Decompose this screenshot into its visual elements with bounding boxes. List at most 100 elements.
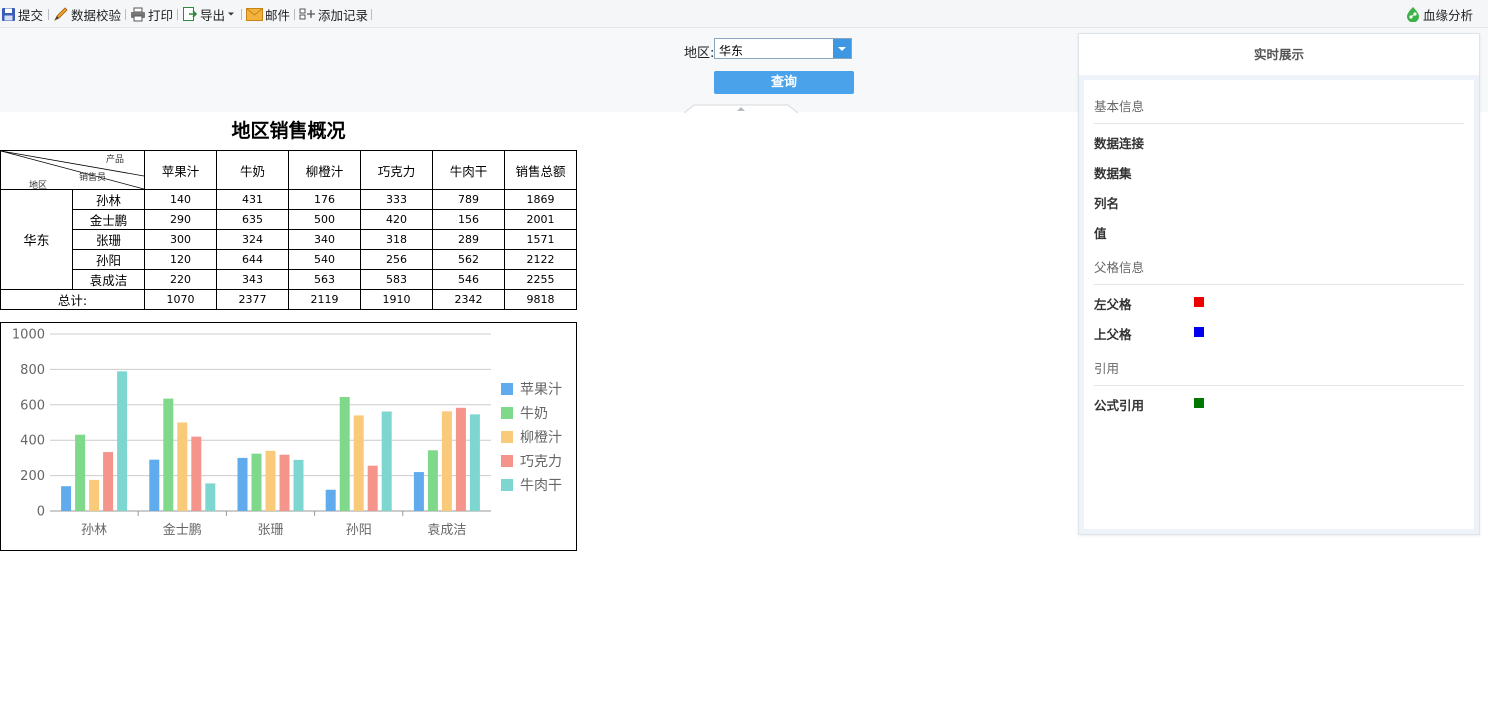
- bar: [205, 483, 216, 511]
- total-cell: 1070: [144, 289, 217, 310]
- bar: [191, 436, 202, 511]
- query-button[interactable]: 查询: [714, 71, 854, 94]
- column-header: 销售总额: [504, 150, 577, 190]
- table-row: 张珊 300 324 340 318 289 1571: [1, 229, 577, 250]
- field-left-parent: 左父格: [1094, 297, 1132, 312]
- value-cell: 563: [288, 269, 361, 290]
- chevron-down-icon: [838, 47, 846, 51]
- print-label: 打印: [148, 7, 174, 23]
- corner-salesperson-label: 销售员: [79, 173, 107, 183]
- value-cell: 635: [216, 209, 289, 230]
- legend-label: 苹果汁: [520, 382, 562, 398]
- table-header-row: 产品 销售员 地区 苹果汁 牛奶 柳橙汁 巧克力 牛肉干 销售总额: [0, 150, 577, 191]
- bar: [61, 486, 72, 511]
- bar: [293, 459, 304, 511]
- field-data-connection: 数据连接: [1094, 136, 1145, 151]
- bar: [469, 414, 480, 511]
- total-cell: 2342: [432, 289, 505, 310]
- total-cell: 2377: [216, 289, 289, 310]
- table-row: 孙阳 120 644 540 256 562 2122: [1, 249, 577, 270]
- x-tick-label: 孙阳: [346, 523, 372, 538]
- bar: [413, 472, 424, 511]
- value-cell: 420: [360, 209, 433, 230]
- field-top-parent: 上父格: [1094, 327, 1132, 342]
- mail-label: 邮件: [265, 7, 291, 23]
- x-tick-label: 袁成洁: [427, 523, 466, 538]
- region-label: 地区:: [684, 46, 715, 61]
- salesperson-cell: 袁成洁: [72, 269, 145, 290]
- value-cell: 289: [432, 229, 505, 250]
- bar: [237, 457, 248, 511]
- add-record-icon: [299, 8, 315, 19]
- table-row: 金士鹏 290 635 500 420 156 2001: [1, 209, 577, 230]
- field-dataset: 数据集: [1094, 166, 1132, 181]
- y-tick-label: 1000: [12, 328, 45, 343]
- bar: [367, 465, 378, 511]
- value-cell: 300: [144, 229, 217, 250]
- add-record-button[interactable]: 添加记录: [299, 4, 368, 24]
- total-cell: 2119: [288, 289, 361, 310]
- lineage-analysis-button[interactable]: 血缘分析: [1405, 4, 1473, 24]
- value-cell: 156: [432, 209, 505, 230]
- sales-table: 产品 销售员 地区 苹果汁 牛奶 柳橙汁 巧克力 牛肉干 销售总额 华东 孙林 14…: [0, 150, 577, 310]
- x-tick-label: 张珊: [257, 523, 283, 538]
- parent-info-section: 父格信息: [1094, 257, 1464, 285]
- collapse-param-toggle[interactable]: [684, 104, 798, 113]
- bar: [427, 450, 438, 511]
- value-cell: 789: [432, 189, 505, 210]
- value-cell: 318: [360, 229, 433, 250]
- table-row: 袁成洁 220 343 563 583 546 2255: [1, 269, 577, 290]
- salesperson-cell: 孙林: [72, 189, 145, 210]
- salesperson-cell: 张珊: [72, 229, 145, 250]
- value-cell: 644: [216, 249, 289, 270]
- legend-label: 牛奶: [520, 406, 548, 422]
- value-cell: 583: [360, 269, 433, 290]
- y-tick-label: 200: [20, 469, 45, 484]
- column-header: 巧克力: [360, 150, 433, 190]
- value-cell: 290: [144, 209, 217, 230]
- value-cell: 2122: [504, 249, 577, 270]
- legend-label: 牛肉干: [520, 478, 562, 494]
- corner-product-label: 产品: [106, 155, 125, 165]
- bar: [163, 398, 174, 511]
- bar: [325, 489, 336, 511]
- submit-button[interactable]: 提交: [1, 4, 43, 24]
- report-title: 地区销售概况: [231, 120, 346, 142]
- lineage-label: 血缘分析: [1423, 7, 1474, 23]
- x-tick-label: 金士鹏: [163, 522, 202, 538]
- value-cell: 120: [144, 249, 217, 270]
- column-header: 苹果汁: [144, 150, 217, 190]
- lineage-icon: [1407, 7, 1419, 22]
- total-cell: 1910: [360, 289, 433, 310]
- bar: [75, 434, 86, 511]
- reference-section: 引用: [1094, 358, 1464, 386]
- column-header: 牛奶: [216, 150, 289, 190]
- bar: [89, 479, 100, 511]
- value-cell: 343: [216, 269, 289, 290]
- legend-swatch: [501, 455, 513, 467]
- y-tick-label: 400: [20, 434, 45, 449]
- submit-label: 提交: [18, 7, 44, 23]
- value-cell: 546: [432, 269, 505, 290]
- total-label-cell: 总计:: [0, 289, 145, 310]
- mail-button[interactable]: 邮件: [246, 4, 290, 24]
- export-button[interactable]: 导出: [182, 4, 235, 24]
- save-icon: [2, 7, 15, 21]
- region-dropdown-button[interactable]: [833, 39, 851, 58]
- column-header: 牛肉干: [432, 150, 505, 190]
- data-validate-button[interactable]: 数据校验: [53, 4, 121, 24]
- bar: [455, 407, 466, 511]
- value-cell: 562: [432, 249, 505, 270]
- bar: [265, 450, 276, 511]
- bar: [381, 411, 392, 511]
- bar: [441, 411, 452, 511]
- value-cell: 220: [144, 269, 217, 290]
- table-row: 华东 孙林 140 431 176 333 789 1869: [0, 189, 577, 290]
- basic-info-section: 基本信息: [1094, 96, 1464, 124]
- print-button[interactable]: 打印: [130, 4, 173, 24]
- export-label: 导出: [200, 7, 226, 23]
- add-record-label: 添加记录: [318, 7, 369, 23]
- legend-swatch: [501, 383, 513, 395]
- region-select[interactable]: 华东: [714, 38, 852, 59]
- x-tick-label: 孙林: [81, 523, 107, 538]
